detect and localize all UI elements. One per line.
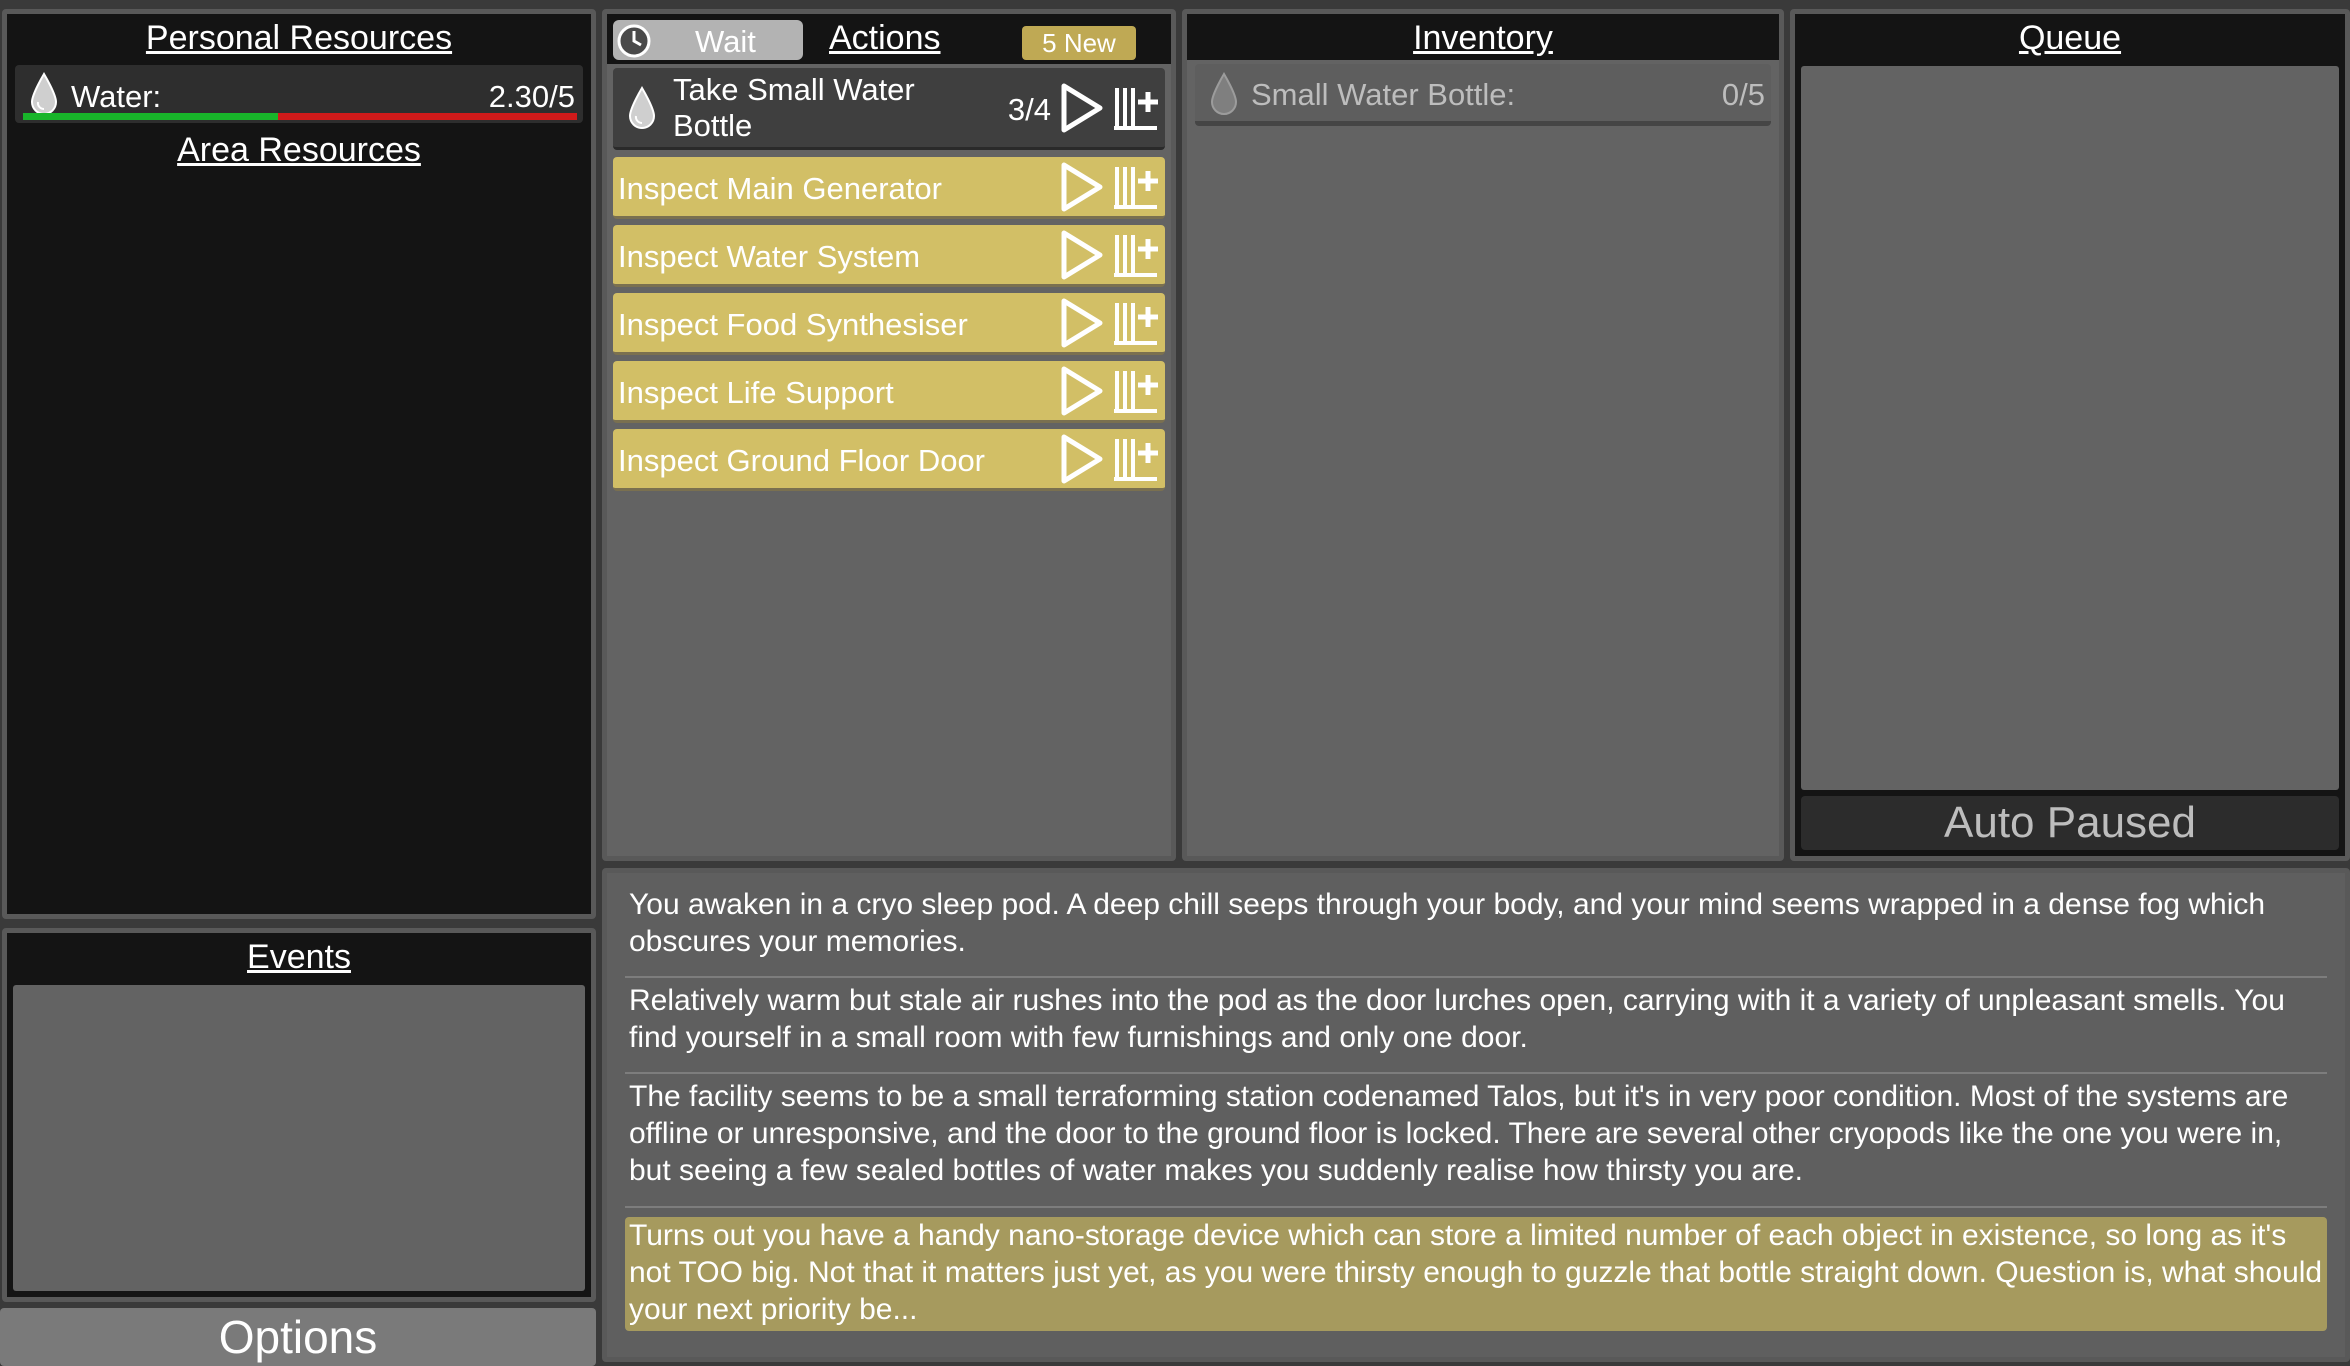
action-inspect-life-support[interactable]: Inspect Life Support <box>613 361 1165 423</box>
log-entry: The facility seems to be a small terrafo… <box>625 1078 2327 1208</box>
resource-progress-fill <box>23 113 278 120</box>
area-resources-title: Area Resources <box>177 131 421 169</box>
log-entry: You awaken in a cryo sleep pod. A deep c… <box>625 886 2327 978</box>
log-entry: Relatively warm but stale air rushes int… <box>625 982 2327 1074</box>
action-label: Take Small Water Bottle <box>673 72 915 143</box>
queue-panel: Queue Auto Paused <box>1790 9 2350 861</box>
add-to-queue-icon[interactable] <box>1111 365 1161 417</box>
queue-list <box>1801 66 2339 790</box>
actions-tabbar: Wait Actions 5 New <box>607 14 1171 64</box>
actions-title[interactable]: Actions <box>829 14 941 62</box>
play-icon[interactable] <box>1059 229 1105 281</box>
inventory-title: Inventory <box>1187 14 1779 60</box>
story-log-panel: You awaken in a cryo sleep pod. A deep c… <box>602 868 2350 1362</box>
add-to-queue-icon[interactable] <box>1111 161 1161 213</box>
action-label: Inspect Water System <box>618 239 921 274</box>
inventory-item-label: Small Water Bottle: <box>1251 77 1516 112</box>
wait-label: Wait <box>695 24 756 59</box>
action-count: 3/4 <box>1007 92 1051 127</box>
resource-progress-bar <box>23 113 577 120</box>
action-label: Inspect Life Support <box>618 375 894 410</box>
play-icon[interactable] <box>1059 161 1105 213</box>
play-icon[interactable] <box>1059 82 1105 134</box>
events-panel: Events <box>2 928 596 1302</box>
play-icon[interactable] <box>1059 365 1105 417</box>
add-to-queue-icon[interactable] <box>1111 229 1161 281</box>
inventory-panel: Inventory Small Water Bottle: 0/5 <box>1182 9 1784 861</box>
water-drop-icon <box>1210 72 1238 115</box>
water-drop-icon <box>30 72 58 115</box>
actions-panel: Wait Actions 5 New Take Small Water Bott… <box>602 9 1176 861</box>
action-label: Inspect Main Generator <box>618 171 942 206</box>
action-take-small-water-bottle[interactable]: Take Small Water Bottle 3/4 <box>613 68 1165 150</box>
wait-button[interactable]: Wait <box>613 20 803 60</box>
auto-paused-button[interactable]: Auto Paused <box>1801 796 2339 850</box>
events-title: Events <box>247 938 351 976</box>
add-to-queue-icon[interactable] <box>1111 433 1161 485</box>
inventory-item-small-water-bottle[interactable]: Small Water Bottle: 0/5 <box>1195 64 1771 126</box>
log-entry-latest: Turns out you have a handy nano-storage … <box>625 1217 2327 1331</box>
action-inspect-food-synthesiser[interactable]: Inspect Food Synthesiser <box>613 293 1165 355</box>
new-actions-badge: 5 New <box>1022 26 1136 60</box>
action-inspect-main-generator[interactable]: Inspect Main Generator <box>613 157 1165 219</box>
personal-resources-title: Personal Resources <box>145 19 453 57</box>
resource-label: Water: <box>71 79 162 114</box>
add-to-queue-icon[interactable] <box>1111 82 1161 134</box>
add-to-queue-icon[interactable] <box>1111 297 1161 349</box>
action-inspect-ground-floor-door[interactable]: Inspect Ground Floor Door <box>613 429 1165 491</box>
action-label: Inspect Food Synthesiser <box>618 307 968 342</box>
queue-title: Queue <box>2018 19 2122 57</box>
personal-resources-panel: Personal Resources Water: 2.30/5 Area Re… <box>2 9 596 919</box>
play-icon[interactable] <box>1059 433 1105 485</box>
resource-value: 2.30/5 <box>488 79 575 114</box>
action-inspect-water-system[interactable]: Inspect Water System <box>613 225 1165 287</box>
water-drop-icon <box>628 86 656 129</box>
inventory-item-value: 0/5 <box>1721 77 1765 112</box>
options-button[interactable]: Options <box>0 1308 596 1366</box>
action-label: Inspect Ground Floor Door <box>618 443 986 478</box>
clock-icon <box>617 24 651 58</box>
resource-row-water[interactable]: Water: 2.30/5 <box>15 65 583 123</box>
events-list <box>13 985 585 1291</box>
play-icon[interactable] <box>1059 297 1105 349</box>
